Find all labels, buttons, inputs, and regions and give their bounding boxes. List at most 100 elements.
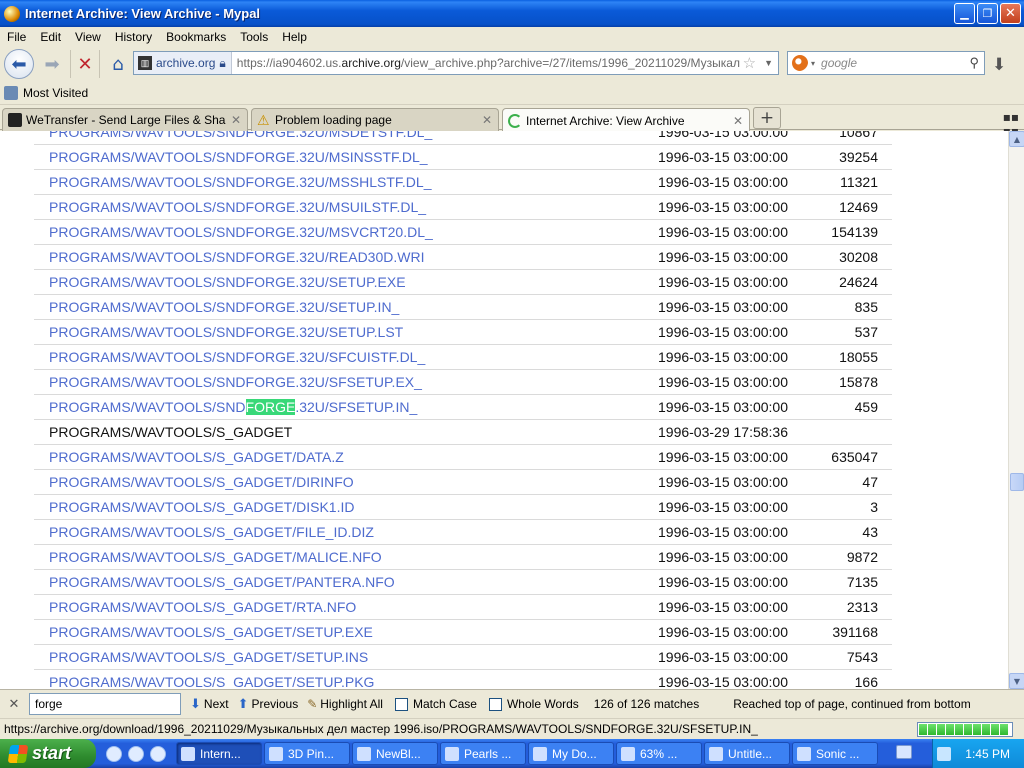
file-link[interactable]: PROGRAMS/WAVTOOLS/S_GADGET/MALICE.NFO (49, 549, 382, 565)
find-bar: ✕ forge ⬇ Next ⬆ Previous ✎ Highlight Al… (0, 689, 1024, 718)
match-case-checkbox[interactable]: Match Case (394, 697, 477, 711)
stop-button[interactable]: ✕ (70, 50, 100, 78)
file-link[interactable]: PROGRAMS/WAVTOOLS/SNDFORGE.32U/SETUP.EXE (49, 274, 406, 290)
file-link[interactable]: PROGRAMS/WAVTOOLS/S_GADGET/SETUP.PKG (49, 674, 374, 689)
file-size: 47 (862, 474, 878, 490)
taskbar-button-internet-archive[interactable]: Intern... (176, 742, 262, 765)
search-input[interactable]: google (815, 56, 969, 70)
url-path: /view_archive.php?archive=/27/items/1996… (400, 56, 740, 70)
tray-network-icon[interactable] (937, 746, 952, 761)
file-date: 1996-03-15 03:00:00 (658, 249, 788, 265)
tab-internet-archive[interactable]: Internet Archive: View Archive ✕ (502, 108, 750, 132)
match-case-label: Match Case (412, 697, 477, 711)
file-link[interactable]: PROGRAMS/WAVTOOLS/SNDFORGE.32U/READ30D.W… (49, 249, 424, 265)
file-size: 30208 (839, 249, 878, 265)
table-row: PROGRAMS/WAVTOOLS/S_GADGET/SETUP.EXE 1996… (34, 620, 892, 645)
table-row: PROGRAMS/WAVTOOLS/S_GADGET/SETUP.PKG 1996… (34, 670, 892, 689)
quicklaunch-ie-icon[interactable] (128, 745, 144, 762)
site-identity-button[interactable]: ▥ archive.org 🔒︎ (134, 52, 232, 74)
table-row: PROGRAMS/WAVTOOLS/S_GADGET/MALICE.NFO 199… (34, 545, 892, 570)
window-title: Internet Archive: View Archive - Mypal (25, 6, 261, 21)
start-button[interactable]: start (0, 739, 96, 768)
bookmark-star-icon[interactable]: ☆ (740, 54, 759, 72)
folder-icon (4, 86, 18, 100)
menu-bookmarks[interactable]: Bookmarks (159, 30, 233, 44)
menu-edit[interactable]: Edit (33, 30, 68, 44)
minimize-button[interactable]: ▁ (954, 3, 975, 24)
taskbar-button-my-documents[interactable]: My Do... (528, 742, 614, 765)
table-row: PROGRAMS/WAVTOOLS/S_GADGET/PANTERA.NFO 19… (34, 570, 892, 595)
quicklaunch-app-icon[interactable] (106, 745, 122, 762)
scroll-up-arrow-icon[interactable]: ▲ (1009, 131, 1024, 147)
taskbar-button-pearls[interactable]: Pearls ... (440, 742, 526, 765)
tab-problem-loading[interactable]: ⚠ Problem loading page ✕ (251, 108, 499, 131)
downloads-icon[interactable]: ⬇ (992, 55, 1006, 75)
file-link[interactable]: PROGRAMS/WAVTOOLS/S_GADGET/RTA.NFO (49, 599, 356, 615)
file-size: 24624 (839, 274, 878, 290)
scroll-down-arrow-icon[interactable]: ▼ (1009, 673, 1024, 689)
menu-file[interactable]: File (0, 30, 33, 44)
new-tab-button[interactable]: + (753, 107, 781, 129)
file-link[interactable]: PROGRAMS/WAVTOOLS/SNDFORGE.32U/MSSHLSTF.… (49, 174, 431, 190)
table-row: PROGRAMS/WAVTOOLS/S_GADGET/DATA.Z 1996-03… (34, 445, 892, 470)
file-link[interactable]: PROGRAMS/WAVTOOLS/S_GADGET/DATA.Z (49, 449, 344, 465)
file-link[interactable]: PROGRAMS/WAVTOOLS/S_GADGET/DIRINFO (49, 474, 354, 490)
url-bar[interactable]: ▥ archive.org 🔒︎ https://ia904602.us.arc… (133, 51, 779, 75)
file-link[interactable]: PROGRAMS/WAVTOOLS/SNDFORGE.32U/SFSETUP.E… (49, 374, 422, 390)
close-tab-icon[interactable]: ✕ (482, 113, 492, 127)
file-link[interactable]: PROGRAMS/WAVTOOLS/S_GADGET/DISK1.ID (49, 499, 354, 515)
vertical-scrollbar[interactable]: ▲ ▼ (1008, 131, 1024, 689)
file-link[interactable]: PROGRAMS/WAVTOOLS/SNDFORGE.32U/SFSETUP.I… (49, 399, 417, 415)
close-find-bar-icon[interactable]: ✕ (4, 696, 24, 712)
scrollbar-thumb[interactable] (1010, 473, 1024, 491)
menu-view[interactable]: View (68, 30, 108, 44)
taskbar-button-newbl[interactable]: NewBl... (352, 742, 438, 765)
file-link[interactable]: PROGRAMS/WAVTOOLS/S_GADGET/PANTERA.NFO (49, 574, 395, 590)
file-link[interactable]: PROGRAMS/WAVTOOLS/SNDFORGE.32U/SFCUISTF.… (49, 349, 425, 365)
file-link[interactable]: PROGRAMS/WAVTOOLS/SNDFORGE.32U/SETUP.IN_ (49, 299, 399, 315)
taskbar-button-untitled[interactable]: Untitle... (704, 742, 790, 765)
file-link[interactable]: PROGRAMS/WAVTOOLS/SNDFORGE.32U/SETUP.LST (49, 324, 403, 340)
url-history-dropdown-icon[interactable]: ▼ (759, 58, 778, 68)
search-bar[interactable]: ▾ google ⚲ (787, 51, 985, 75)
tab-wetransfer[interactable]: WeTransfer - Send Large Files & Share P.… (2, 108, 248, 131)
quicklaunch-media-icon[interactable] (150, 745, 166, 762)
whole-words-checkbox[interactable]: Whole Words (488, 697, 579, 711)
forward-button[interactable]: ➡ (37, 50, 67, 78)
taskbar-button-3d-pinball[interactable]: 3D Pin... (264, 742, 350, 765)
file-size: 18055 (839, 349, 878, 365)
back-button[interactable]: ⬅ (4, 49, 34, 79)
file-date: 1996-03-15 03:00:00 (658, 549, 788, 565)
taskbar-button-sonic[interactable]: Sonic ... (792, 742, 878, 765)
file-link[interactable]: PROGRAMS/WAVTOOLS/S_GADGET/FILE_ID.DIZ (49, 524, 374, 540)
file-link[interactable]: PROGRAMS/WAVTOOLS/SNDFORGE.32U/MSVCRT20.… (49, 224, 433, 240)
taskbar-button-7zip[interactable]: 63% ... (616, 742, 702, 765)
highlight-all-button[interactable]: ✎ Highlight All (307, 697, 383, 711)
file-link[interactable]: PROGRAMS/WAVTOOLS/S_GADGET/SETUP.EXE (49, 624, 373, 640)
file-date: 1996-03-15 03:00:00 (658, 599, 788, 615)
find-previous-button[interactable]: ⬆ Previous (238, 696, 299, 712)
file-link[interactable]: PROGRAMS/WAVTOOLS/SNDFORGE.32U/MSUILSTF.… (49, 199, 426, 215)
url-text[interactable]: https://ia904602.us.archive.org/view_arc… (232, 56, 740, 70)
file-date: 1996-03-15 03:00:00 (658, 474, 788, 490)
close-tab-icon[interactable]: ✕ (733, 114, 743, 128)
menu-tools[interactable]: Tools (233, 30, 275, 44)
home-button[interactable]: ⌂ (103, 50, 133, 78)
menu-help[interactable]: Help (275, 30, 314, 44)
file-size: 43 (862, 524, 878, 540)
file-date: 1996-03-15 03:00:00 (658, 131, 788, 140)
file-link[interactable]: PROGRAMS/WAVTOOLS/SNDFORGE.32U/MSINSSTF.… (49, 149, 428, 165)
maximize-button[interactable]: ❐ (977, 3, 998, 24)
close-tab-icon[interactable]: ✕ (231, 113, 241, 127)
file-date: 1996-03-15 03:00:00 (658, 524, 788, 540)
bookmark-most-visited[interactable]: Most Visited (23, 86, 88, 100)
menu-history[interactable]: History (108, 30, 159, 44)
close-window-button[interactable]: ✕ (1000, 3, 1021, 24)
file-link[interactable]: PROGRAMS/WAVTOOLS/S_GADGET/SETUP.INS (49, 649, 368, 665)
file-link[interactable]: PROGRAMS/WAVTOOLS/SNDFORGE.32U/MSDETSTF.… (49, 131, 432, 140)
search-engine-icon[interactable] (792, 55, 808, 71)
find-input[interactable]: forge (29, 693, 181, 715)
search-icon[interactable]: ⚲ (969, 55, 984, 71)
find-next-button[interactable]: ⬇ Next (190, 696, 229, 712)
keyboard-icon[interactable] (896, 745, 912, 759)
